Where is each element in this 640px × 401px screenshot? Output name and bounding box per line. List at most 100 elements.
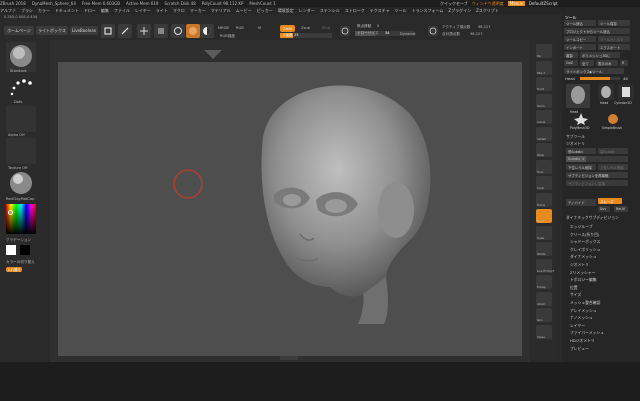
rotate-button[interactable] (171, 24, 185, 38)
dock-button[interactable]: Local (536, 176, 552, 190)
color-picker[interactable] (6, 204, 36, 234)
scale-button[interactable] (154, 24, 168, 38)
tool-menu-item[interactable]: ファイバーメッシュ (570, 330, 604, 336)
dock-button[interactable]: Line Fill PolyF (536, 258, 554, 273)
visible-button[interactable]: 表示のみ (596, 60, 618, 66)
menu-item[interactable]: マクロ (173, 8, 185, 14)
home-page-button[interactable]: ホームページ (4, 26, 34, 35)
reconstruct-subdiv-button[interactable]: サブディビジョンを再構築 (566, 172, 628, 178)
tool-thumbnail-head[interactable] (598, 84, 614, 100)
dock-button[interactable]: Transp (536, 275, 552, 289)
goz-button[interactable]: GoZ (564, 60, 578, 66)
tool-thumbnail-head-active[interactable] (566, 84, 590, 108)
menu-item[interactable]: トランスフォーム (412, 8, 444, 14)
head-model[interactable] (58, 62, 522, 356)
tool-thumbnail-cylinder[interactable] (618, 84, 634, 100)
dock-button[interactable]: Persp (536, 143, 552, 157)
menu-item[interactable]: マーカー (190, 8, 206, 14)
menu-item[interactable]: ムービー (236, 8, 252, 14)
tool-menu-item[interactable]: アレイメッシュ (570, 308, 597, 314)
r-button[interactable]: R (620, 60, 628, 66)
divide-button[interactable]: ディバイド (566, 199, 596, 206)
smooth-toggle[interactable]: スムーズ (598, 198, 622, 204)
suv-toggle[interactable]: Suv (598, 206, 610, 212)
tool-menu-item[interactable]: 位置 (570, 285, 578, 291)
dock-button[interactable]: Bpr (536, 44, 552, 58)
menu-item[interactable]: テクスチャ (370, 8, 390, 14)
geometry-section[interactable]: ジオメトリ (566, 141, 585, 147)
tool-menu-item[interactable]: クリース(折り目) (570, 232, 599, 238)
menu-item[interactable]: アルファ (0, 8, 16, 14)
menu-item[interactable]: ツール (395, 8, 407, 14)
clone-button[interactable]: 複製 (564, 52, 578, 58)
sphere-toggle-button[interactable] (428, 26, 438, 36)
make-polymesh3d-button[interactable]: ポリメッシュ3Dに (580, 52, 620, 58)
dock-button[interactable]: Zoom (536, 93, 552, 108)
tool-menu-item[interactable]: エッジループ (570, 224, 593, 230)
menu-item[interactable]: 編集 (101, 8, 109, 14)
tool-thumbnail-simplebrush[interactable] (606, 113, 620, 125)
brush-slot[interactable] (6, 42, 36, 72)
move-button[interactable] (137, 24, 151, 38)
material-slot[interactable] (6, 170, 36, 196)
material-sphere-button[interactable] (186, 24, 200, 38)
lightbox-tools-button[interactable]: ライトボックス▶ツール (564, 68, 624, 74)
sdiv-slider[interactable]: Subdiv 1 (566, 156, 628, 162)
menu-item[interactable]: レンダー (299, 8, 315, 14)
texture-slot[interactable] (6, 138, 36, 164)
dock-button[interactable]: Actual (536, 110, 552, 124)
load-from-project-button[interactable]: プロジェクトからツール読込 (564, 28, 630, 34)
tool-menu-item[interactable]: ジオメトリ (570, 262, 589, 268)
menu-item[interactable]: マテリアル (211, 8, 231, 14)
dock-button[interactable]: SPix 3 (536, 60, 552, 75)
all-button[interactable]: 全て (580, 60, 594, 66)
dock-button[interactable]: Move (536, 209, 552, 223)
menu-item[interactable]: 環境設定 (278, 8, 294, 14)
dock-button[interactable]: Rotate (536, 242, 552, 256)
lower-res-button[interactable]: 低Subdiv (566, 148, 596, 154)
menu-item[interactable]: ピッカー (257, 8, 273, 14)
color-picker-button[interactable] (200, 24, 214, 38)
draw-button[interactable] (118, 24, 132, 38)
menu-item[interactable]: ドキュメント (55, 8, 79, 14)
export-button[interactable]: エクスポート (598, 44, 630, 50)
delete-lower-button[interactable]: 下位レベル削除 (566, 164, 596, 170)
edit-button[interactable] (101, 24, 115, 38)
menu-item[interactable]: Zプラグイン (448, 8, 471, 14)
reuv-toggle[interactable]: ReUV (614, 206, 628, 212)
tool-menu-item[interactable]: トポロジー編集 (570, 277, 597, 283)
default-zscript-button[interactable]: DefaultZScript (529, 1, 558, 6)
delete-higher-button[interactable]: 上位レベル削除 (598, 164, 628, 170)
tool-menu-item[interactable]: Zリメッシャー (570, 270, 595, 276)
quick-save-button[interactable]: クイックセーブ (440, 1, 468, 7)
menu-item[interactable]: ライト (156, 8, 168, 14)
canvas-scroll-arrow-icon[interactable] (204, 50, 222, 60)
menu-item[interactable]: Zスクリプト (476, 8, 499, 14)
m-toggle[interactable]: M (258, 26, 261, 30)
dock-button[interactable]: Ghost (536, 291, 552, 306)
window-transparency-button[interactable]: ウィンドウ透明度 (472, 1, 504, 7)
dock-button[interactable]: Xpose (536, 324, 552, 339)
alternate-button[interactable]: 入れ替え (6, 267, 22, 272)
tool-thumbnail-polymesh[interactable] (574, 113, 588, 125)
convert-subdiv-button[interactable]: サブディビジョンに変換 (566, 180, 628, 186)
save-tool-button[interactable]: ツール保存 (598, 20, 630, 26)
live-boolean-button[interactable]: LiveBoolean (70, 26, 98, 35)
import-button[interactable]: インポート (564, 44, 596, 50)
copy-tool-button[interactable]: ツールコピー (564, 36, 596, 42)
menu-item[interactable]: ステンシル (320, 8, 340, 14)
tool-menu-item[interactable]: レイヤー (570, 323, 585, 329)
paste-tool-button[interactable]: ツールペースト (598, 36, 630, 42)
tool-menu-item[interactable]: ナノメッシュ (570, 315, 593, 321)
dock-button[interactable]: AAHalf (536, 126, 552, 141)
menu-item[interactable]: ファイル (114, 8, 130, 14)
tool-menu-item[interactable]: ダイナメッシュ (570, 254, 597, 260)
tool-menu-item[interactable]: HDジオメトリ (570, 338, 595, 344)
menu-item[interactable]: ストローク (345, 8, 365, 14)
zadd-button[interactable]: Zadd (280, 25, 295, 32)
dock-button[interactable]: Solo (536, 308, 552, 322)
zsub-button[interactable]: Zsub (301, 26, 310, 30)
menu-item[interactable]: ブラシ (21, 8, 33, 14)
tool-menu-item[interactable]: クレイポリッシュ (570, 247, 600, 253)
focal-shift-slider[interactable]: 焦点移動 0 (355, 24, 415, 29)
